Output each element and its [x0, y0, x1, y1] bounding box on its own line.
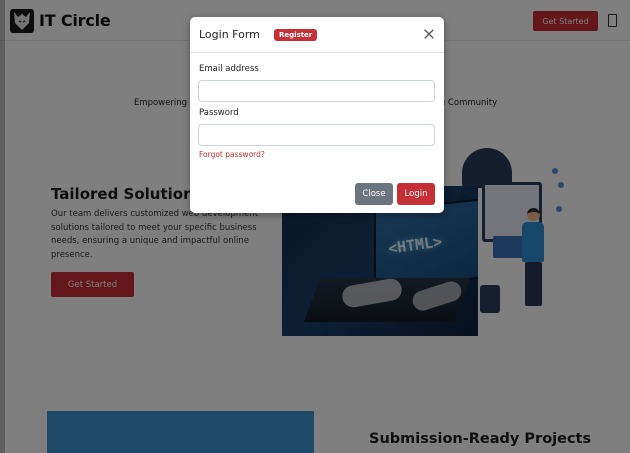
login-button[interactable]: Login [397, 183, 435, 205]
login-modal: Login Form Register Email address Passwo… [190, 17, 444, 213]
modal-title: Login Form [199, 28, 260, 41]
page-edge [0, 0, 5, 453]
register-badge[interactable]: Register [274, 29, 318, 41]
page: IT Circle Get Started Empowering e Commu… [0, 0, 630, 453]
email-field[interactable] [198, 80, 435, 102]
password-field[interactable] [198, 124, 435, 146]
modal-header: Login Form Register [190, 17, 444, 53]
close-icon[interactable] [422, 27, 436, 41]
forgot-password-link[interactable]: Forgot password? [199, 150, 265, 159]
close-button[interactable]: Close [355, 183, 393, 205]
password-label: Password [199, 108, 239, 118]
email-label: Email address [199, 64, 259, 74]
